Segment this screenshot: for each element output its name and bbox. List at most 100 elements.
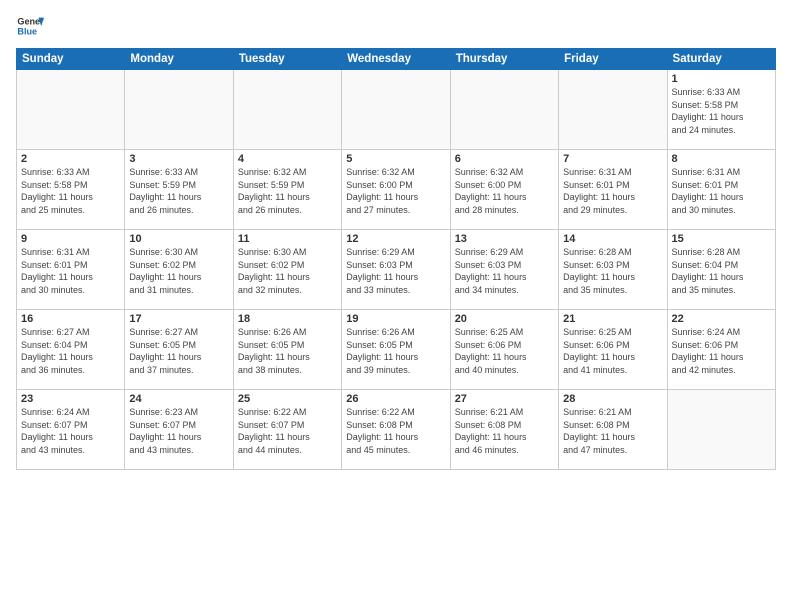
- day-info: Sunrise: 6:30 AM Sunset: 6:02 PM Dayligh…: [238, 246, 337, 296]
- days-of-week-row: SundayMondayTuesdayWednesdayThursdayFrid…: [17, 49, 776, 70]
- day-number: 9: [21, 233, 120, 245]
- day-cell: 25Sunrise: 6:22 AM Sunset: 6:07 PM Dayli…: [233, 390, 341, 470]
- day-cell: 21Sunrise: 6:25 AM Sunset: 6:06 PM Dayli…: [559, 310, 667, 390]
- day-cell: 15Sunrise: 6:28 AM Sunset: 6:04 PM Dayli…: [667, 230, 775, 310]
- day-number: 23: [21, 393, 120, 405]
- day-number: 27: [455, 393, 554, 405]
- day-number: 3: [129, 153, 228, 165]
- day-number: 26: [346, 393, 445, 405]
- day-info: Sunrise: 6:28 AM Sunset: 6:04 PM Dayligh…: [672, 246, 771, 296]
- day-number: 1: [672, 73, 771, 85]
- day-cell: 14Sunrise: 6:28 AM Sunset: 6:03 PM Dayli…: [559, 230, 667, 310]
- dow-header-saturday: Saturday: [667, 49, 775, 70]
- day-number: 8: [672, 153, 771, 165]
- day-cell: 23Sunrise: 6:24 AM Sunset: 6:07 PM Dayli…: [17, 390, 125, 470]
- day-info: Sunrise: 6:33 AM Sunset: 5:59 PM Dayligh…: [129, 166, 228, 216]
- day-cell: [17, 70, 125, 150]
- day-info: Sunrise: 6:25 AM Sunset: 6:06 PM Dayligh…: [563, 326, 662, 376]
- day-info: Sunrise: 6:22 AM Sunset: 6:07 PM Dayligh…: [238, 406, 337, 456]
- day-number: 12: [346, 233, 445, 245]
- day-cell: [559, 70, 667, 150]
- day-cell: 18Sunrise: 6:26 AM Sunset: 6:05 PM Dayli…: [233, 310, 341, 390]
- day-info: Sunrise: 6:32 AM Sunset: 6:00 PM Dayligh…: [346, 166, 445, 216]
- dow-header-monday: Monday: [125, 49, 233, 70]
- day-number: 20: [455, 313, 554, 325]
- day-number: 28: [563, 393, 662, 405]
- svg-text:Blue: Blue: [17, 26, 37, 36]
- day-cell: [342, 70, 450, 150]
- day-number: 15: [672, 233, 771, 245]
- day-number: 6: [455, 153, 554, 165]
- day-info: Sunrise: 6:25 AM Sunset: 6:06 PM Dayligh…: [455, 326, 554, 376]
- dow-header-tuesday: Tuesday: [233, 49, 341, 70]
- day-info: Sunrise: 6:30 AM Sunset: 6:02 PM Dayligh…: [129, 246, 228, 296]
- day-info: Sunrise: 6:24 AM Sunset: 6:06 PM Dayligh…: [672, 326, 771, 376]
- week-row-2: 9Sunrise: 6:31 AM Sunset: 6:01 PM Daylig…: [17, 230, 776, 310]
- day-cell: 2Sunrise: 6:33 AM Sunset: 5:58 PM Daylig…: [17, 150, 125, 230]
- day-info: Sunrise: 6:26 AM Sunset: 6:05 PM Dayligh…: [346, 326, 445, 376]
- day-number: 19: [346, 313, 445, 325]
- day-number: 21: [563, 313, 662, 325]
- day-cell: 4Sunrise: 6:32 AM Sunset: 5:59 PM Daylig…: [233, 150, 341, 230]
- day-number: 18: [238, 313, 337, 325]
- week-row-0: 1Sunrise: 6:33 AM Sunset: 5:58 PM Daylig…: [17, 70, 776, 150]
- day-info: Sunrise: 6:33 AM Sunset: 5:58 PM Dayligh…: [21, 166, 120, 216]
- day-info: Sunrise: 6:27 AM Sunset: 6:05 PM Dayligh…: [129, 326, 228, 376]
- day-number: 10: [129, 233, 228, 245]
- day-info: Sunrise: 6:28 AM Sunset: 6:03 PM Dayligh…: [563, 246, 662, 296]
- day-cell: 1Sunrise: 6:33 AM Sunset: 5:58 PM Daylig…: [667, 70, 775, 150]
- day-cell: 13Sunrise: 6:29 AM Sunset: 6:03 PM Dayli…: [450, 230, 558, 310]
- day-info: Sunrise: 6:27 AM Sunset: 6:04 PM Dayligh…: [21, 326, 120, 376]
- day-cell: 6Sunrise: 6:32 AM Sunset: 6:00 PM Daylig…: [450, 150, 558, 230]
- dow-header-sunday: Sunday: [17, 49, 125, 70]
- day-number: 7: [563, 153, 662, 165]
- day-info: Sunrise: 6:26 AM Sunset: 6:05 PM Dayligh…: [238, 326, 337, 376]
- day-cell: 22Sunrise: 6:24 AM Sunset: 6:06 PM Dayli…: [667, 310, 775, 390]
- day-info: Sunrise: 6:31 AM Sunset: 6:01 PM Dayligh…: [21, 246, 120, 296]
- day-info: Sunrise: 6:32 AM Sunset: 5:59 PM Dayligh…: [238, 166, 337, 216]
- week-row-4: 23Sunrise: 6:24 AM Sunset: 6:07 PM Dayli…: [17, 390, 776, 470]
- day-number: 17: [129, 313, 228, 325]
- day-cell: 17Sunrise: 6:27 AM Sunset: 6:05 PM Dayli…: [125, 310, 233, 390]
- day-cell: 24Sunrise: 6:23 AM Sunset: 6:07 PM Dayli…: [125, 390, 233, 470]
- day-number: 11: [238, 233, 337, 245]
- day-cell: [125, 70, 233, 150]
- day-info: Sunrise: 6:29 AM Sunset: 6:03 PM Dayligh…: [455, 246, 554, 296]
- day-cell: [667, 390, 775, 470]
- day-cell: 19Sunrise: 6:26 AM Sunset: 6:05 PM Dayli…: [342, 310, 450, 390]
- week-row-1: 2Sunrise: 6:33 AM Sunset: 5:58 PM Daylig…: [17, 150, 776, 230]
- day-info: Sunrise: 6:23 AM Sunset: 6:07 PM Dayligh…: [129, 406, 228, 456]
- day-cell: 10Sunrise: 6:30 AM Sunset: 6:02 PM Dayli…: [125, 230, 233, 310]
- day-info: Sunrise: 6:22 AM Sunset: 6:08 PM Dayligh…: [346, 406, 445, 456]
- page: General Blue SundayMondayTuesdayWednesda…: [0, 0, 792, 612]
- day-cell: 12Sunrise: 6:29 AM Sunset: 6:03 PM Dayli…: [342, 230, 450, 310]
- day-cell: 27Sunrise: 6:21 AM Sunset: 6:08 PM Dayli…: [450, 390, 558, 470]
- day-cell: 3Sunrise: 6:33 AM Sunset: 5:59 PM Daylig…: [125, 150, 233, 230]
- day-number: 24: [129, 393, 228, 405]
- logo: General Blue: [16, 12, 44, 40]
- day-info: Sunrise: 6:31 AM Sunset: 6:01 PM Dayligh…: [563, 166, 662, 216]
- header: General Blue: [16, 12, 776, 40]
- day-info: Sunrise: 6:21 AM Sunset: 6:08 PM Dayligh…: [563, 406, 662, 456]
- day-number: 16: [21, 313, 120, 325]
- day-cell: 26Sunrise: 6:22 AM Sunset: 6:08 PM Dayli…: [342, 390, 450, 470]
- day-cell: [450, 70, 558, 150]
- day-cell: 28Sunrise: 6:21 AM Sunset: 6:08 PM Dayli…: [559, 390, 667, 470]
- day-number: 25: [238, 393, 337, 405]
- calendar-body: 1 Sunrise: 6:33 AM Sunset: 5:58 PM Daylig…: [17, 70, 776, 470]
- dow-header-friday: Friday: [559, 49, 667, 70]
- day-cell: 5Sunrise: 6:32 AM Sunset: 6:00 PM Daylig…: [342, 150, 450, 230]
- day-info: Sunrise: 6:31 AM Sunset: 6:01 PM Dayligh…: [672, 166, 771, 216]
- day-info: Sunrise: 6:24 AM Sunset: 6:07 PM Dayligh…: [21, 406, 120, 456]
- day-number: 5: [346, 153, 445, 165]
- day-cell: 8Sunrise: 6:31 AM Sunset: 6:01 PM Daylig…: [667, 150, 775, 230]
- dow-header-thursday: Thursday: [450, 49, 558, 70]
- day-cell: [233, 70, 341, 150]
- day-number: 2: [21, 153, 120, 165]
- day-info: Sunrise: 6:32 AM Sunset: 6:00 PM Dayligh…: [455, 166, 554, 216]
- day-number: 4: [238, 153, 337, 165]
- day-cell: 9Sunrise: 6:31 AM Sunset: 6:01 PM Daylig…: [17, 230, 125, 310]
- day-cell: 20Sunrise: 6:25 AM Sunset: 6:06 PM Dayli…: [450, 310, 558, 390]
- day-cell: 16Sunrise: 6:27 AM Sunset: 6:04 PM Dayli…: [17, 310, 125, 390]
- day-cell: 11Sunrise: 6:30 AM Sunset: 6:02 PM Dayli…: [233, 230, 341, 310]
